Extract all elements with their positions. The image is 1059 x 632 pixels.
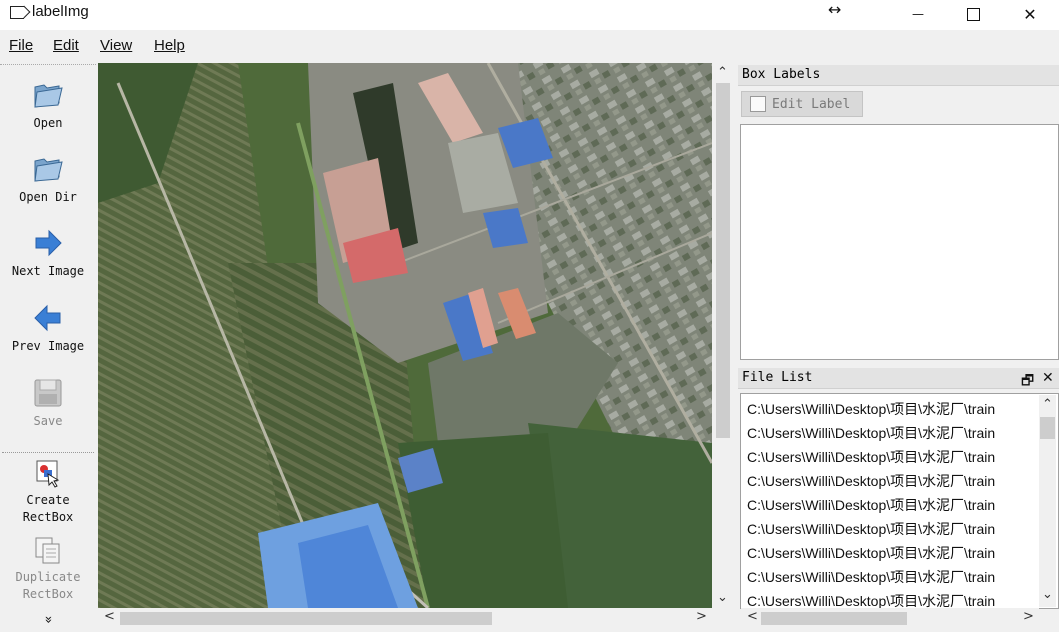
- float-dock-icon[interactable]: 🗗: [1021, 370, 1034, 394]
- duplicate-rectbox-label-2: RectBox: [22, 587, 74, 601]
- list-item[interactable]: C:\Users\Willi\Desktop\项目\水泥厂\train: [747, 543, 995, 563]
- next-image-button[interactable]: Next Image: [0, 227, 96, 280]
- toolbar-separator: [2, 452, 94, 454]
- scroll-left-icon[interactable]: <: [747, 609, 758, 624]
- file-list-horizontal-scrollbar[interactable]: < >: [741, 608, 1039, 628]
- close-button[interactable]: ✕: [1007, 0, 1053, 28]
- open-button[interactable]: Open: [0, 79, 96, 132]
- scrollbar-thumb[interactable]: [716, 83, 730, 438]
- left-toolbar: Open Open Dir Next Image Prev Image Save: [0, 64, 96, 632]
- open-dir-button[interactable]: Open Dir: [0, 153, 96, 206]
- menu-help[interactable]: Help: [154, 37, 185, 54]
- image-canvas[interactable]: [98, 63, 712, 608]
- scroll-left-icon[interactable]: <: [104, 609, 115, 624]
- list-item[interactable]: C:\Users\Willi\Desktop\项目\水泥厂\train: [747, 399, 995, 419]
- menu-view-label: View: [100, 37, 133, 54]
- arrow-left-icon: [34, 304, 61, 332]
- list-item[interactable]: C:\Users\Willi\Desktop\项目\水泥厂\train: [747, 495, 995, 515]
- scroll-up-icon[interactable]: ⌃: [717, 65, 728, 80]
- edit-icon: [750, 96, 766, 112]
- scrollbar-thumb[interactable]: [761, 612, 907, 625]
- duplicate-rectbox-button[interactable]: Duplicate RectBox: [0, 535, 96, 603]
- list-item[interactable]: C:\Users\Willi\Desktop\项目\水泥厂\train: [747, 471, 995, 491]
- close-icon: ✕: [1023, 4, 1037, 24]
- menu-file-label: File: [9, 37, 34, 54]
- minimize-button[interactable]: —: [895, 0, 941, 28]
- maximize-icon: [966, 7, 980, 21]
- list-item[interactable]: C:\Users\Willi\Desktop\项目\水泥厂\train: [747, 567, 995, 587]
- folder-icon: [34, 84, 63, 108]
- box-labels-dock: Box Labels: [738, 65, 1059, 86]
- window-title: labelImg: [32, 3, 89, 20]
- create-rectbox-label-2: RectBox: [22, 510, 74, 524]
- save-button[interactable]: Save: [0, 377, 96, 430]
- duplicate-icon: [35, 537, 60, 564]
- prev-image-label: Prev Image: [11, 339, 85, 353]
- close-dock-icon[interactable]: ✕: [1042, 370, 1054, 386]
- scroll-right-icon[interactable]: >: [696, 609, 707, 624]
- save-label: Save: [33, 414, 63, 428]
- title-bar: labelImg ↔ — ✕: [0, 0, 1059, 30]
- menu-edit[interactable]: Edit: [53, 37, 79, 54]
- scrollbar-thumb[interactable]: [120, 612, 492, 625]
- minimize-icon: —: [912, 7, 924, 21]
- list-item[interactable]: C:\Users\Willi\Desktop\项目\水泥厂\train: [747, 519, 995, 539]
- create-rectbox-label-1: Create: [26, 493, 70, 507]
- toolbar-more-button[interactable]: »: [41, 610, 56, 630]
- menu-file[interactable]: File: [9, 37, 33, 54]
- open-dir-label: Open Dir: [19, 190, 77, 204]
- canvas-vertical-scrollbar[interactable]: ⌃ ⌄: [712, 63, 734, 608]
- create-rectbox-button[interactable]: Create RectBox: [0, 458, 96, 526]
- menu-view[interactable]: View: [100, 37, 132, 54]
- save-icon: [34, 379, 62, 407]
- file-list[interactable]: C:\Users\Willi\Desktop\项目\水泥厂\train C:\U…: [740, 393, 1059, 609]
- open-label: Open: [33, 116, 63, 130]
- scroll-up-icon[interactable]: ⌃: [1042, 397, 1053, 412]
- maximize-button[interactable]: [950, 0, 996, 28]
- scroll-down-icon[interactable]: ⌄: [717, 590, 728, 605]
- next-image-label: Next Image: [11, 264, 85, 278]
- menu-edit-label: Edit: [53, 37, 79, 54]
- file-list-dock: File List: [738, 368, 1059, 389]
- file-list-vertical-scrollbar[interactable]: ⌃ ⌄: [1039, 395, 1056, 607]
- app-icon: [10, 6, 24, 19]
- create-rect-icon: [36, 460, 60, 488]
- list-item[interactable]: C:\Users\Willi\Desktop\项目\水泥厂\train: [747, 423, 995, 443]
- chevron-down-icon: »: [40, 615, 56, 624]
- list-item[interactable]: C:\Users\Willi\Desktop\项目\水泥厂\train: [747, 591, 995, 608]
- folder-icon: [34, 158, 63, 182]
- edit-label-button[interactable]: Edit Label: [741, 91, 863, 117]
- menu-help-label: Help: [154, 37, 185, 54]
- box-labels-title: Box Labels: [738, 65, 1059, 86]
- arrow-right-icon: [35, 229, 62, 257]
- menu-bar: File Edit View Help: [0, 32, 1059, 60]
- scroll-right-icon[interactable]: >: [1023, 609, 1034, 624]
- duplicate-rectbox-label-1: Duplicate: [15, 570, 81, 584]
- resize-cursor-icon: ↔: [828, 0, 842, 19]
- canvas-horizontal-scrollbar[interactable]: < >: [98, 608, 712, 628]
- satellite-image: [98, 63, 712, 608]
- edit-label-text: Edit Label: [772, 96, 851, 112]
- scrollbar-thumb[interactable]: [1040, 417, 1055, 439]
- scroll-down-icon[interactable]: ⌄: [1042, 587, 1053, 602]
- file-list-title: File List: [738, 368, 1059, 389]
- box-labels-list[interactable]: [740, 124, 1059, 360]
- list-item[interactable]: C:\Users\Willi\Desktop\项目\水泥厂\train: [747, 447, 995, 467]
- prev-image-button[interactable]: Prev Image: [0, 302, 96, 355]
